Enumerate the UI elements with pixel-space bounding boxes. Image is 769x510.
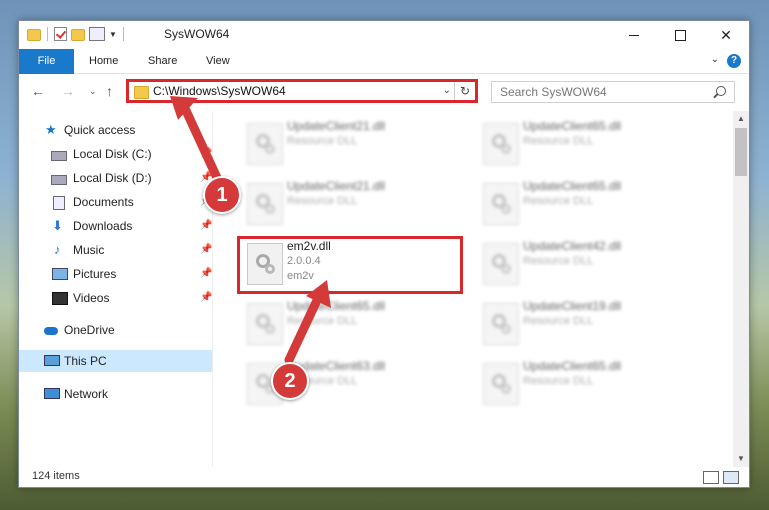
arrow-to-address-bar	[178, 99, 223, 185]
step-marker-2: 2	[271, 362, 309, 400]
arrow-to-em2v	[284, 291, 324, 365]
annotation-arrows	[170, 96, 331, 365]
step-marker-1: 1	[203, 176, 241, 214]
